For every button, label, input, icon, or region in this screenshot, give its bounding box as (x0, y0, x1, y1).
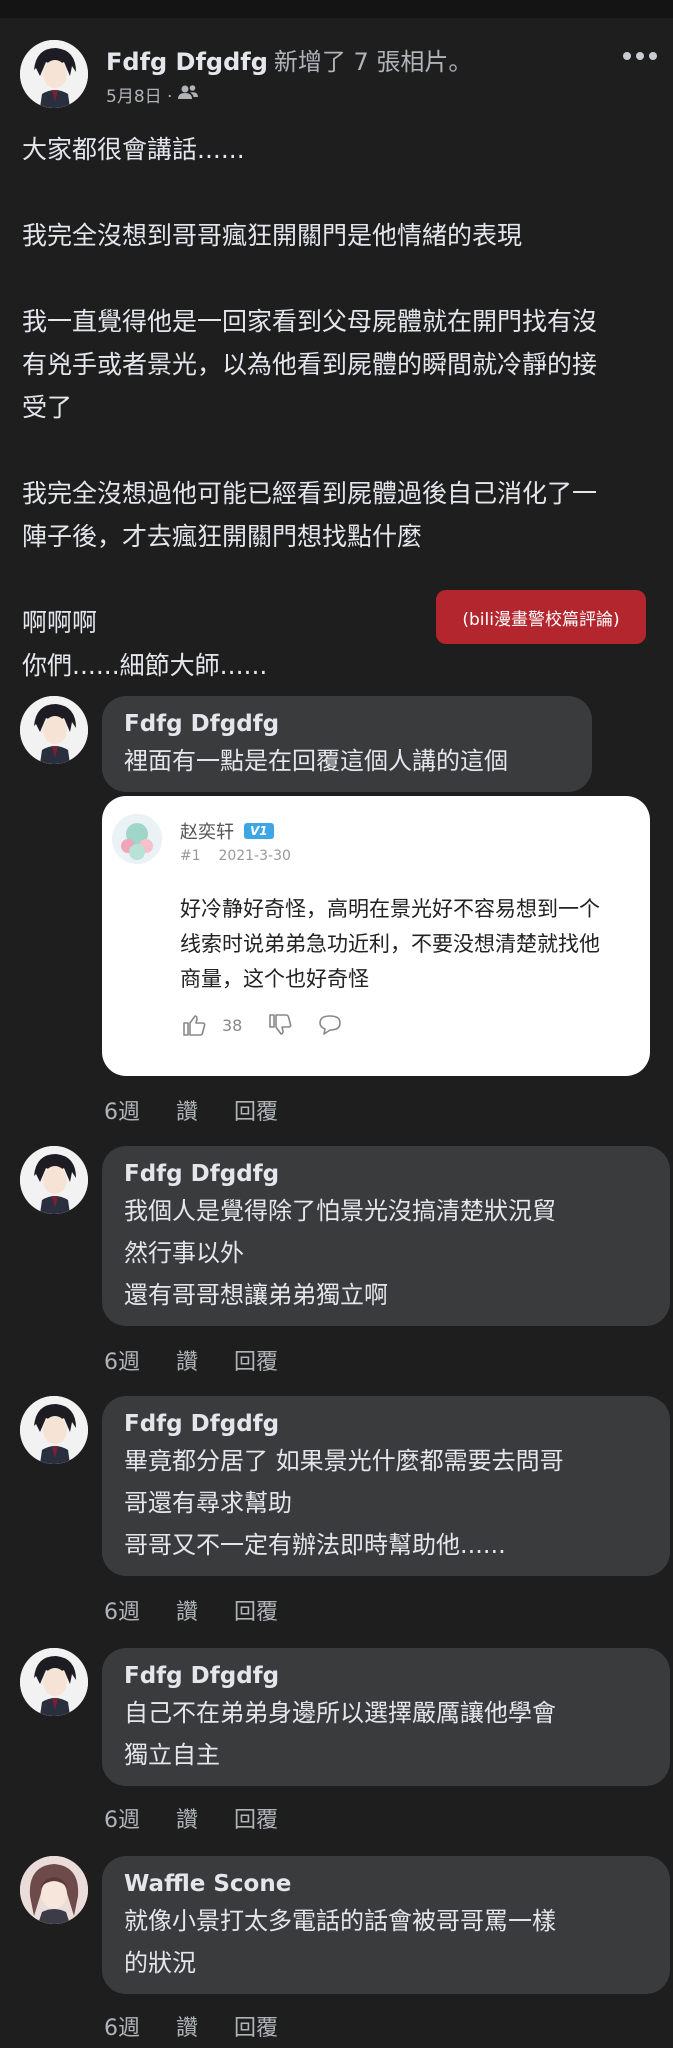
like-button[interactable]: 讚 (176, 1094, 198, 1126)
comment-text: 還有哥哥想讓弟弟獨立啊 (124, 1281, 388, 1309)
comment-bubble: Fdfg Dfgdfg 自己不在弟弟身邊所以選擇嚴厲讓他學會 獨立自主 (102, 1648, 670, 1786)
comment-actions: 6週 讚 回覆 (104, 1094, 278, 1126)
comment-time[interactable]: 6週 (104, 1802, 140, 1834)
commenter-name[interactable]: Fdfg Dfgdfg (124, 1158, 648, 1190)
comment-text: 然行事以外 (124, 1239, 244, 1267)
comment-time[interactable]: 6週 (104, 1094, 140, 1126)
comment-actions: 6週 讚 回覆 (104, 2010, 278, 2042)
quoted-username: 赵奕轩 (180, 822, 234, 843)
quoted-floor: #1 (180, 848, 201, 864)
reply-button[interactable]: 回覆 (234, 1594, 278, 1626)
like-button[interactable]: 讚 (176, 2010, 198, 2042)
post-line: 我完全沒想過他可能已經看到屍體過後自己消化了一 (22, 479, 598, 508)
commenter-avatar[interactable] (20, 1856, 88, 1924)
commenter-avatar[interactable] (20, 1146, 88, 1214)
post-line: 陣子後，才去瘋狂開關門想找點什麼 (22, 522, 423, 551)
thumb-down-icon (268, 1014, 292, 1036)
friends-audience-icon (178, 84, 199, 105)
post-line: 有兇手或者景光，以為他看到屍體的瞬間就冷靜的接 (22, 350, 598, 379)
comment-time[interactable]: 6週 (104, 1344, 140, 1376)
post-line: 大家都很會講話...... (22, 135, 245, 164)
more-icon[interactable] (620, 46, 660, 66)
quoted-line: 商量，这个也好奇怪 (180, 967, 369, 991)
level-badge: V1 (244, 823, 274, 839)
post-line: 你們......細節大師...... (22, 651, 268, 680)
post-date[interactable]: 5月8日 · (106, 82, 172, 107)
comment-bubble: Waffle Scone 就像小景打太多電話的話會被哥哥罵一樣 的狀況 (102, 1856, 670, 1994)
comment-icon (318, 1014, 342, 1036)
like-button[interactable]: 讚 (176, 1344, 198, 1376)
quoted-screenshot[interactable]: 赵奕轩 V1 #1 2021-3-30 好冷静好奇怪，高明在景光好不容易想到一个… (102, 796, 650, 1076)
reply-button[interactable]: 回覆 (234, 1802, 278, 1834)
commenter-avatar[interactable] (20, 696, 88, 764)
comment-bubble: Fdfg Dfgdfg 畢竟都分居了 如果景光什麼都需要去問哥 哥還有尋求幫助 … (102, 1396, 670, 1576)
comment-text: 哥哥又不一定有辦法即時幫助他...... (124, 1531, 506, 1559)
commenter-name[interactable]: Fdfg Dfgdfg (124, 1660, 648, 1692)
comment-time[interactable]: 6週 (104, 2010, 140, 2042)
commenter-avatar[interactable] (20, 1396, 88, 1464)
comment-text: 我個人是覺得除了怕景光沒搞清楚狀況貿 (124, 1197, 556, 1225)
post-line: 我一直覺得他是一回家看到父母屍體就在開門找有沒 (22, 307, 598, 336)
author-name[interactable]: Fdfg Dfgdfg (106, 48, 268, 76)
thumb-up-icon (182, 1014, 206, 1036)
quoted-line: 线索时说弟弟急功近利，不要没想清楚就找他 (180, 932, 600, 956)
commenter-name[interactable]: Fdfg Dfgdfg (124, 708, 570, 740)
source-label: (bili漫畫警校篇評論) (436, 590, 646, 644)
comment-bubble: Fdfg Dfgdfg 裡面有一點是在回覆這個人講的這個 (102, 696, 592, 792)
comment-text: 就像小景打太多電話的話會被哥哥罵一樣 (124, 1907, 556, 1935)
quoted-user-avatar (112, 814, 162, 864)
top-status-strip (0, 0, 673, 18)
comment-text: 獨立自主 (124, 1741, 220, 1769)
post-line: 我完全沒想到哥哥瘋狂開關門是他情緒的表現 (22, 221, 523, 250)
quoted-text: 好冷静好奇怪，高明在景光好不容易想到一个 线索时说弟弟急功近利，不要没想清楚就找… (180, 892, 640, 997)
reply-button[interactable]: 回覆 (234, 2010, 278, 2042)
like-button[interactable]: 讚 (176, 1802, 198, 1834)
comment-text: 哥還有尋求幫助 (124, 1489, 292, 1517)
comment-time[interactable]: 6週 (104, 1594, 140, 1626)
comment-actions: 6週 讚 回覆 (104, 1594, 278, 1626)
like-count: 38 (222, 1015, 243, 1035)
commenter-name[interactable]: Waffle Scone (124, 1868, 648, 1900)
quoted-date: 2021-3-30 (218, 848, 291, 864)
commenter-avatar[interactable] (20, 1648, 88, 1716)
comment-text: 自己不在弟弟身邊所以選擇嚴厲讓他學會 (124, 1699, 556, 1727)
reply-button[interactable]: 回覆 (234, 1094, 278, 1126)
post-line: 受了 (22, 393, 73, 422)
author-avatar[interactable] (20, 40, 88, 108)
post-action-text: 新增了 7 張相片。 (273, 48, 473, 76)
comment-text: 裡面有一點是在回覆這個人講的這個 (124, 747, 508, 775)
comment-actions: 6週 讚 回覆 (104, 1344, 278, 1376)
quoted-line: 好冷静好奇怪，高明在景光好不容易想到一个 (180, 897, 600, 921)
comment-text: 畢竟都分居了 如果景光什麼都需要去問哥 (124, 1447, 564, 1475)
commenter-name[interactable]: Fdfg Dfgdfg (124, 1408, 648, 1440)
reply-button[interactable]: 回覆 (234, 1344, 278, 1376)
post-header: Fdfg Dfgdfg 新增了 7 張相片。 5月8日 · (20, 40, 660, 116)
comment-text: 的狀況 (124, 1949, 196, 1977)
like-button[interactable]: 讚 (176, 1594, 198, 1626)
comment-bubble: Fdfg Dfgdfg 我個人是覺得除了怕景光沒搞清楚狀況貿 然行事以外 還有哥… (102, 1146, 670, 1326)
comment-actions: 6週 讚 回覆 (104, 1802, 278, 1834)
